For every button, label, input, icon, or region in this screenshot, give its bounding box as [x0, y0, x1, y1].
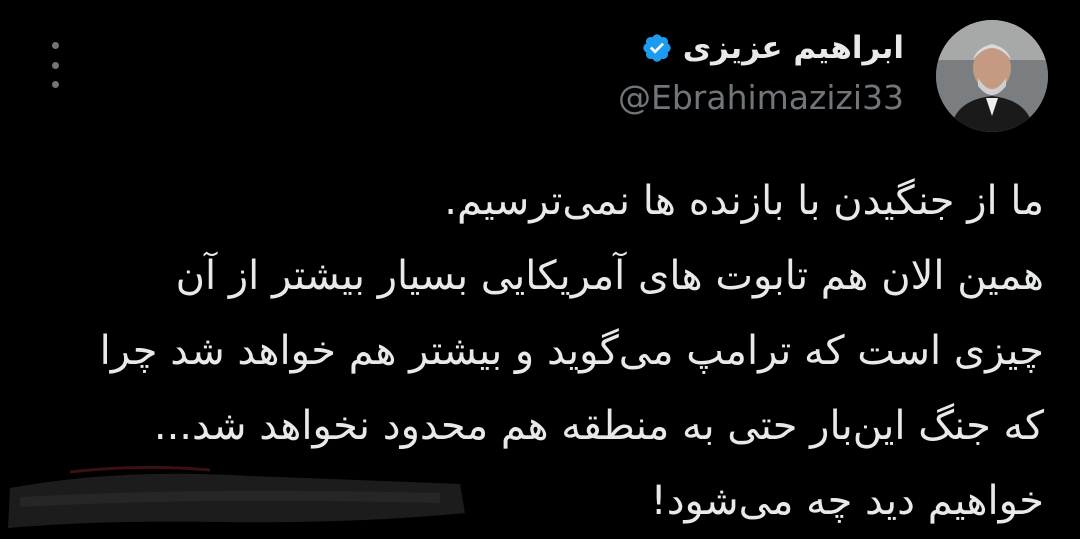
author-handle[interactable]: @Ebrahimazizi33 [618, 76, 904, 120]
more-dot [51, 81, 59, 88]
more-dot [51, 42, 59, 49]
tweet-line: ما از جنگیدن با بازنده ها نمی‌ترسیم. [444, 178, 1044, 224]
tweet-line: همین الان هم تابوت های آمریکایی بسیار بی… [175, 253, 1044, 299]
user-avatar-icon [936, 20, 1048, 132]
tweet-line: چیزی است که ترامپ می‌گوید و بیشتر هم خوا… [99, 328, 1044, 374]
more-dot [51, 61, 59, 69]
author-name-row[interactable]: ابراهیم عزیزی [641, 26, 904, 70]
author-display-name[interactable]: ابراهیم عزیزی [683, 28, 904, 68]
redaction-scribble [8, 465, 465, 528]
more-options-button[interactable] [40, 42, 70, 88]
avatar[interactable] [936, 20, 1048, 132]
tweet-line: که جنگ این‌بار حتی به منطقه هم محدود نخو… [153, 403, 1044, 449]
verified-badge-icon [643, 34, 671, 62]
